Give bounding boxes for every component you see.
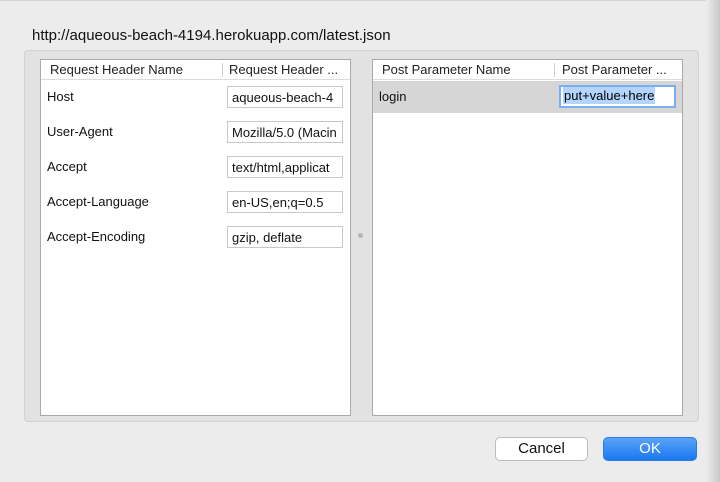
column-header-value[interactable]: Request Header ... [229, 60, 347, 80]
table-row-selected[interactable]: login put+value+here [373, 81, 682, 113]
cancel-button[interactable]: Cancel [495, 437, 588, 461]
column-header-name[interactable]: Request Header Name [50, 60, 220, 80]
post-parameters-table[interactable]: Post Parameter Name Post Parameter ... l… [372, 59, 683, 416]
selected-text: put+value+here [563, 87, 656, 104]
ok-button[interactable]: OK [603, 437, 697, 461]
request-headers-table[interactable]: Request Header Name Request Header ... H… [40, 59, 351, 416]
header-name: Accept-Language [47, 194, 149, 209]
column-header-value[interactable]: Post Parameter ... [562, 60, 679, 80]
table-row[interactable]: Accept-Encoding gzip, deflate [41, 220, 350, 255]
header-value-field[interactable]: en-US,en;q=0.5 [227, 191, 343, 213]
column-divider[interactable] [554, 63, 555, 77]
header-value-field[interactable]: aqueous-beach-4 [227, 86, 343, 108]
table-row[interactable]: Host aqueous-beach-4 [41, 80, 350, 115]
table-header: Request Header Name Request Header ... [41, 60, 350, 80]
table-row[interactable]: Accept text/html,applicat [41, 150, 350, 185]
header-name: Host [47, 89, 74, 104]
table-row[interactable]: User-Agent Mozilla/5.0 (Macin [41, 115, 350, 150]
split-view-handle[interactable] [358, 233, 363, 238]
header-value-field[interactable]: gzip, deflate [227, 226, 343, 248]
parameter-value-input[interactable]: put+value+here [559, 85, 676, 108]
header-name: Accept-Encoding [47, 229, 146, 244]
header-name: Accept [47, 159, 87, 174]
request-url: http://aqueous-beach-4194.herokuapp.com/… [32, 27, 391, 44]
column-divider[interactable] [222, 63, 223, 77]
parameter-name: login [379, 89, 407, 104]
column-header-name[interactable]: Post Parameter Name [382, 60, 552, 80]
table-header: Post Parameter Name Post Parameter ... [373, 60, 682, 80]
window-top-border [0, 0, 720, 1]
header-value-field[interactable]: text/html,applicat [227, 156, 343, 178]
header-value-field[interactable]: Mozilla/5.0 (Macin [227, 121, 343, 143]
window-edge [706, 0, 720, 482]
header-name: User-Agent [47, 124, 113, 139]
table-row[interactable]: Accept-Language en-US,en;q=0.5 [41, 185, 350, 220]
